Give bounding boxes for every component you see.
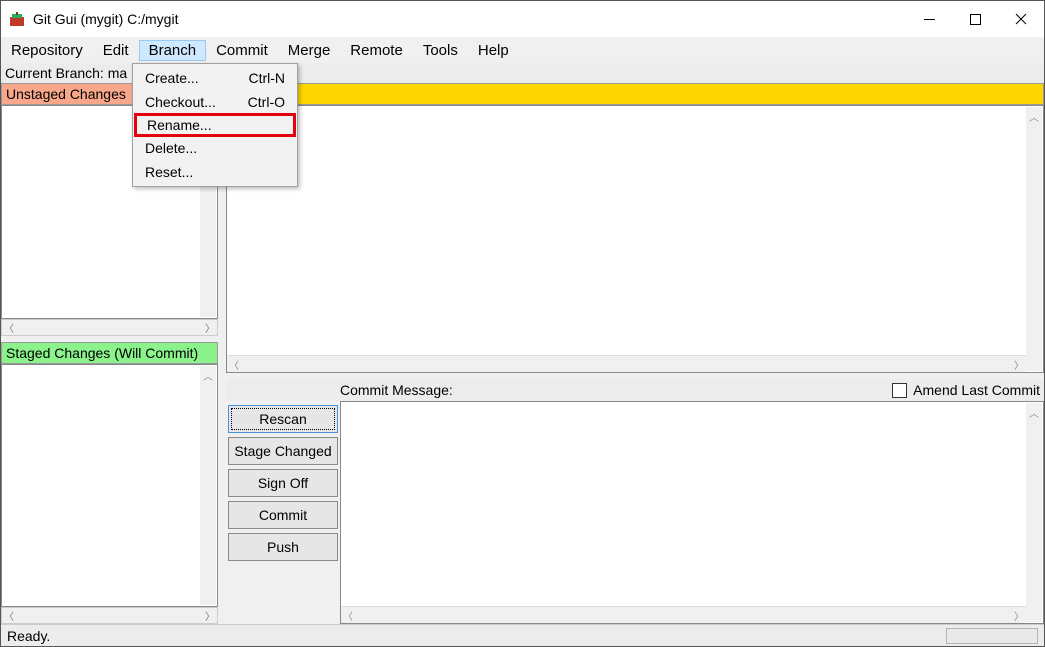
menu-item-label: Rename... — [147, 117, 212, 133]
menu-item-rename[interactable]: Rename... — [134, 113, 296, 137]
sign-off-button[interactable]: Sign Off — [228, 469, 338, 497]
push-button[interactable]: Push — [228, 533, 338, 561]
staged-header: Staged Changes (Will Commit) — [1, 342, 218, 364]
menu-item-reset[interactable]: Reset... — [135, 160, 295, 184]
scrollbar-vertical[interactable]: ︿ — [200, 366, 216, 605]
scrollbar-horizontal[interactable]: 〈〉 — [1, 607, 218, 624]
titlebar: Git Gui (mygit) C:/mygit — [1, 1, 1044, 37]
commit-message-input[interactable]: ︿ 〈〉 — [340, 401, 1044, 624]
window-title: Git Gui (mygit) C:/mygit — [33, 11, 906, 27]
scrollbar-vertical[interactable]: ︿ — [1026, 107, 1042, 371]
status-text: Ready. — [7, 628, 50, 644]
scrollbar-vertical[interactable]: ︿ — [1026, 403, 1042, 622]
scrollbar-horizontal[interactable]: 〈〉 — [1, 319, 218, 336]
right-column: ︿ 〈〉 Commit Message: Amend Last Commit R… — [226, 83, 1044, 624]
window-controls — [906, 1, 1044, 37]
diff-header — [226, 83, 1044, 105]
scrollbar-horizontal[interactable]: 〈〉 — [341, 606, 1026, 623]
commit-header: Commit Message: Amend Last Commit — [226, 379, 1044, 401]
menu-item-checkout[interactable]: Checkout... Ctrl-O — [135, 90, 295, 114]
menu-tools[interactable]: Tools — [413, 40, 468, 61]
stage-changed-button[interactable]: Stage Changed — [228, 437, 338, 465]
menu-branch[interactable]: Branch — [139, 40, 207, 61]
menu-item-accel: Ctrl-O — [248, 94, 285, 110]
amend-checkbox[interactable]: Amend Last Commit — [892, 382, 1040, 398]
progress-bar — [946, 628, 1038, 644]
menu-item-delete[interactable]: Delete... — [135, 136, 295, 160]
menu-repository[interactable]: Repository — [1, 40, 93, 61]
menu-remote[interactable]: Remote — [340, 40, 413, 61]
branch-menu-dropdown: Create... Ctrl-N Checkout... Ctrl-O Rena… — [132, 63, 298, 187]
menu-item-label: Create... — [145, 70, 199, 86]
minimize-button[interactable] — [906, 1, 952, 37]
menu-item-create[interactable]: Create... Ctrl-N — [135, 66, 295, 90]
menu-item-label: Delete... — [145, 140, 197, 156]
menu-item-label: Reset... — [145, 164, 193, 180]
menu-item-accel: Ctrl-N — [248, 70, 285, 86]
menubar: Repository Edit Branch Commit Merge Remo… — [1, 37, 1044, 63]
app-icon — [9, 11, 25, 27]
commit-buttons: Rescan Stage Changed Sign Off Commit Pus… — [226, 401, 340, 624]
rescan-button[interactable]: Rescan — [228, 405, 338, 433]
maximize-button[interactable] — [952, 1, 998, 37]
menu-edit[interactable]: Edit — [93, 40, 139, 61]
menu-merge[interactable]: Merge — [278, 40, 341, 61]
scrollbar-horizontal[interactable]: 〈〉 — [227, 355, 1026, 372]
commit-panel: Commit Message: Amend Last Commit Rescan… — [226, 379, 1044, 624]
menu-item-label: Checkout... — [145, 94, 216, 110]
diff-viewer[interactable]: ︿ 〈〉 — [226, 105, 1044, 373]
commit-message-label: Commit Message: — [340, 382, 453, 398]
menu-help[interactable]: Help — [468, 40, 519, 61]
checkbox-icon — [892, 383, 907, 398]
close-button[interactable] — [998, 1, 1044, 37]
menu-commit[interactable]: Commit — [206, 40, 278, 61]
staged-list[interactable]: ︿ — [1, 364, 218, 607]
amend-label: Amend Last Commit — [913, 382, 1040, 398]
statusbar: Ready. — [1, 624, 1044, 646]
commit-button[interactable]: Commit — [228, 501, 338, 529]
